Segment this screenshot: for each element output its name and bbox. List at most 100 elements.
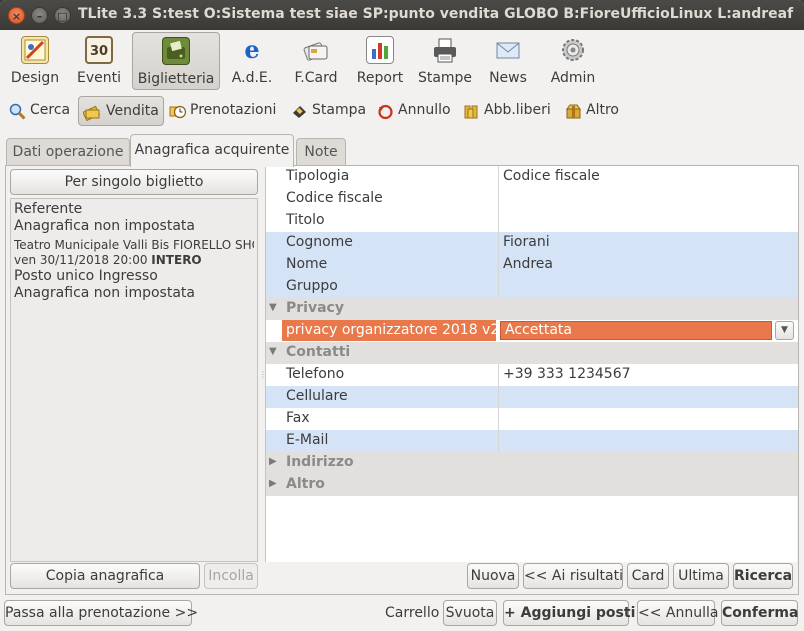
grid-label: Tipologia [286,168,350,184]
pane-splitter-handle[interactable]: ⋮ [259,370,267,380]
grid-label: E-Mail [286,432,329,448]
minimize-window-button[interactable]: – [31,7,48,24]
sub-prenotazioni-label: Prenotazioni [190,102,277,118]
ticket-list[interactable]: Referente Anagrafica non impostata Teatr… [10,198,258,562]
main-toolbar: Design 30 Eventi Biglietteria e A.d.E. F… [0,30,804,92]
toolbar-eventi-button[interactable]: 30 Eventi [68,32,130,90]
grid-category-label: Privacy [286,300,344,316]
grid-row-fax[interactable]: Fax [266,408,798,430]
gears-icon [559,36,587,64]
grid-value: Accettata [505,322,572,338]
grid-category-privacy[interactable]: ▼ Privacy [266,298,798,320]
sub-altro-label: Altro [586,102,619,118]
event-datetime-line: ven 30/11/2018 20:00 INTERO [14,253,254,268]
maximize-window-button[interactable]: □ [54,7,71,24]
tab-dati-operazione[interactable]: Dati operazione [6,138,130,166]
grid-category-altro[interactable]: ▶ Altro [266,474,798,496]
conferma-button[interactable]: Conferma [721,600,798,626]
toolbar-report-button[interactable]: Report [350,32,410,90]
dropdown-button[interactable]: ▼ [775,321,794,340]
grid-label: Fax [286,410,310,426]
toolbar-admin-label: Admin [550,70,596,86]
subscription-icon [463,103,480,120]
toolbar-fcard-button[interactable]: F.Card [286,32,346,90]
card-button[interactable]: Card [627,563,669,589]
annulla-button[interactable]: << Annulla [637,600,718,626]
sub-stampa-button[interactable]: Stampa [288,96,370,126]
grid-row-titolo[interactable]: Titolo [266,210,798,232]
grid-value: Fiorani [503,234,550,250]
incolla-button[interactable]: Incolla [204,563,258,589]
design-icon [21,36,49,64]
toolbar-report-label: Report [356,70,404,86]
cards-icon [302,36,330,64]
ultima-button[interactable]: Ultima [673,563,729,589]
grid-label: Nome [286,256,328,272]
internet-explorer-icon: e [244,35,260,64]
toolbar-eventi-label: Eventi [77,70,121,86]
envelope-icon [494,36,522,64]
grid-row-privacy-organizzatore[interactable]: privacy organizzatore 2018 v2 Accettata … [266,320,798,342]
passa-prenotazione-button[interactable]: Passa alla prenotazione >> [4,600,198,626]
clock-icon [169,103,187,120]
aggiungi-posti-button[interactable]: + Aggiungi posti [503,600,635,626]
toolbar-ade-label: A.d.E. [231,70,273,86]
sub-altro-button[interactable]: Altro [562,96,628,126]
ricerca-button[interactable]: Ricerca [733,563,793,589]
sub-cerca-button[interactable]: Cerca [6,96,74,126]
per-singolo-biglietto-button[interactable]: Per singolo biglietto [10,169,258,195]
grid-label: Telefono [286,366,345,382]
tab-note[interactable]: Note [296,138,346,166]
expanded-arrow-icon[interactable]: ▼ [269,346,277,357]
tab-anagrafica-acquirente[interactable]: Anagrafica acquirente [130,134,294,167]
grid-category-label: Altro [286,476,325,492]
sub-prenotazioni-button[interactable]: Prenotazioni [166,96,286,126]
maximize-icon: □ [57,10,68,23]
grid-row-cognome[interactable]: Cognome Fiorani [266,232,798,254]
toolbar-design-button[interactable]: Design [4,32,66,90]
referente-label: Referente [14,201,83,217]
sub-vendita-button[interactable]: Vendita [78,96,164,126]
grid-row-telefono[interactable]: Telefono +39 333 1234567 [266,364,798,386]
grid-value: +39 333 1234567 [503,366,631,382]
copia-anagrafica-button[interactable]: Copia anagrafica [10,563,200,589]
window-title: TLite 3.3 S:test O:Sistema test siae SP:… [78,6,794,22]
grid-label: Gruppo [286,278,338,294]
tickets-icon [82,104,101,122]
box-icon [565,103,582,120]
sub-abbliberi-button[interactable]: Abb.liberi [460,96,556,126]
grid-label: Cognome [286,234,353,250]
privacy-select[interactable]: Accettata [500,321,772,340]
sub-stampa-label: Stampa [312,102,367,118]
expanded-arrow-icon[interactable]: ▼ [269,302,277,313]
property-grid: Tipologia Codice fiscale Codice fiscale … [265,166,798,562]
toolbar-biglietteria-button[interactable]: Biglietteria [132,32,220,90]
ai-risultati-button[interactable]: << Ai risultati [523,563,623,589]
sub-annullo-label: Annullo [398,102,451,118]
carrello-label: Carrello [385,605,440,621]
ticket-printer-icon [162,37,190,65]
collapsed-arrow-icon[interactable]: ▶ [269,478,277,489]
grid-row-tipologia[interactable]: Tipologia Codice fiscale [266,166,798,188]
grid-row-codice-fiscale[interactable]: Codice fiscale [266,188,798,210]
grid-label: Codice fiscale [286,190,383,206]
toolbar-stampe-button[interactable]: Stampe [414,32,476,90]
grid-category-indirizzo[interactable]: ▶ Indirizzo [266,452,798,474]
close-window-button[interactable]: × [8,7,25,24]
grid-row-gruppo[interactable]: Gruppo [266,276,798,298]
svuota-button[interactable]: Svuota [443,600,497,626]
sub-annullo-button[interactable]: Annullo [374,96,454,126]
grid-category-label: Indirizzo [286,454,354,470]
toolbar-news-button[interactable]: News [478,32,538,90]
sub-cerca-label: Cerca [30,102,71,118]
grid-row-email[interactable]: E-Mail [266,430,798,452]
collapsed-arrow-icon[interactable]: ▶ [269,456,277,467]
grid-category-contatti[interactable]: ▼ Contatti [266,342,798,364]
nuova-button[interactable]: Nuova [467,563,519,589]
toolbar-admin-button[interactable]: Admin [542,32,604,90]
magnifier-icon [9,103,26,120]
toolbar-ade-button[interactable]: e A.d.E. [222,32,282,90]
grid-row-nome[interactable]: Nome Andrea [266,254,798,276]
grid-category-label: Contatti [286,344,351,360]
grid-row-cellulare[interactable]: Cellulare [266,386,798,408]
